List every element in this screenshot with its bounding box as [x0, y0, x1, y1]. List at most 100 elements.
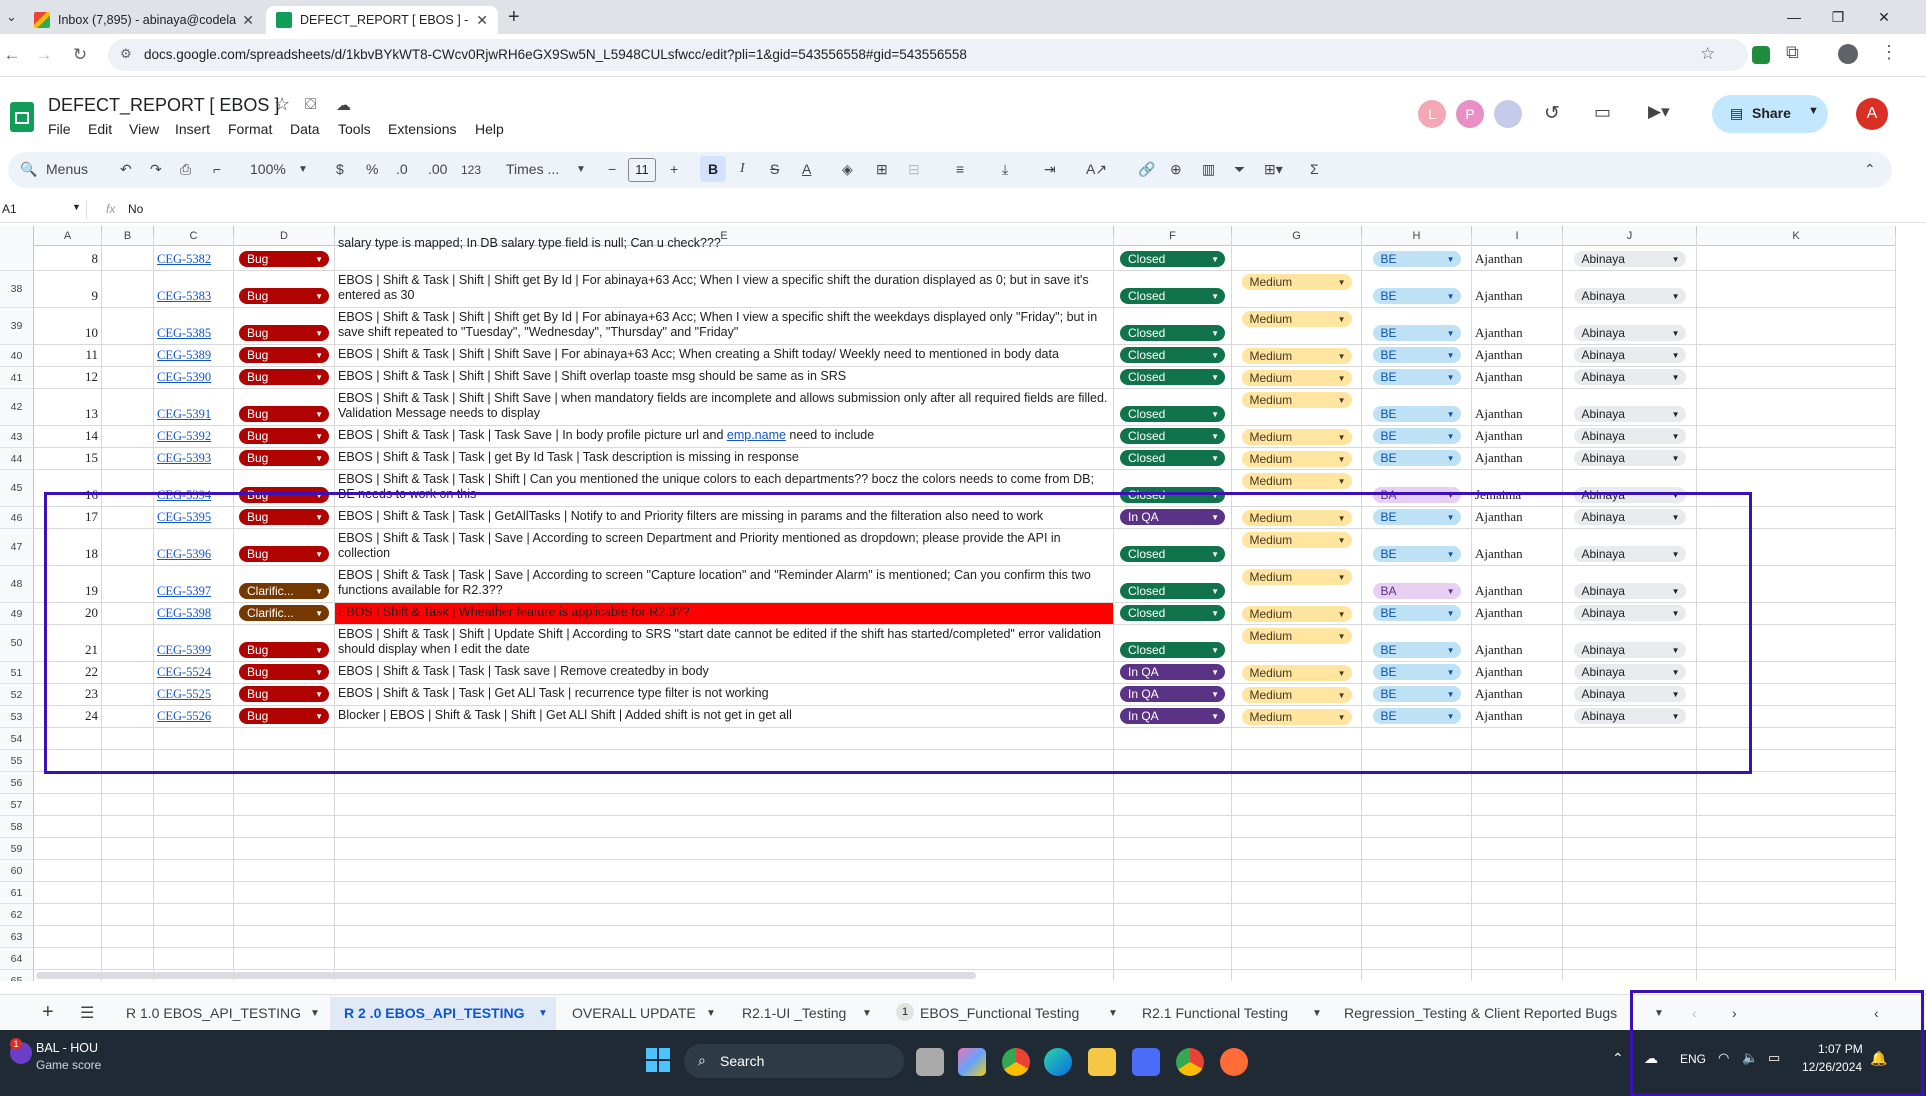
empty-cell[interactable] — [102, 728, 154, 750]
cell-priority[interactable] — [1232, 234, 1362, 271]
empty-cell[interactable] — [1563, 816, 1697, 838]
type-chip[interactable]: Bug ▼ — [239, 369, 329, 385]
chevron-down-icon[interactable]: ▼ — [1672, 690, 1680, 699]
row-header[interactable]: 46 — [0, 507, 34, 529]
cell-no[interactable]: 9 — [34, 271, 102, 308]
forward-icon[interactable]: → — [32, 43, 56, 67]
empty-cell[interactable] — [1232, 728, 1362, 750]
empty-cell[interactable] — [234, 904, 335, 926]
empty-cell[interactable] — [102, 794, 154, 816]
chevron-down-icon[interactable]: ▼ — [1312, 1008, 1322, 1019]
chevron-down-icon[interactable]: ▼ — [1108, 1008, 1118, 1019]
team-chip[interactable]: BE ▼ — [1372, 450, 1461, 466]
cell-priority[interactable]: Medium ▼ — [1232, 625, 1362, 662]
empty-cell[interactable] — [1232, 904, 1362, 926]
empty-cell[interactable] — [1697, 794, 1896, 816]
cell-description[interactable]: EBOS | Shift & Task | Shift | Shift get … — [335, 271, 1114, 308]
wifi-icon[interactable]: ◠ — [1718, 1050, 1729, 1066]
tester-chip[interactable]: Abinaya ▼ — [1573, 251, 1686, 267]
tester-chip[interactable]: Abinaya ▼ — [1573, 325, 1686, 341]
cell-no[interactable]: 21 — [34, 625, 102, 662]
cell-id[interactable]: CEG-5392 — [154, 426, 234, 448]
cell-tester[interactable]: Abinaya ▼ — [1563, 662, 1697, 684]
cell-tester[interactable]: Abinaya ▼ — [1563, 448, 1697, 470]
cell-team[interactable]: BE ▼ — [1362, 448, 1472, 470]
row-header[interactable]: 61 — [0, 882, 34, 904]
empty-cell[interactable] — [1362, 838, 1472, 860]
empty-cell[interactable] — [1697, 860, 1896, 882]
cell-team[interactable]: BE ▼ — [1362, 389, 1472, 426]
restore-button[interactable]: ❐ — [1818, 4, 1858, 30]
cell-status[interactable]: Closed ▼ — [1114, 271, 1232, 308]
windows-start-icon[interactable] — [646, 1048, 670, 1072]
row-header[interactable]: 55 — [0, 750, 34, 772]
empty-cell[interactable] — [1563, 970, 1697, 981]
ticket-link[interactable]: CEG-5390 — [157, 370, 211, 385]
row-header[interactable]: 60 — [0, 860, 34, 882]
cell-developer[interactable]: Ajanthan — [1472, 448, 1563, 470]
cell-type[interactable]: Bug ▼ — [234, 684, 335, 706]
cell-team[interactable]: BE ▼ — [1362, 507, 1472, 529]
undo-icon[interactable]: ↶ — [120, 161, 132, 178]
chevron-down-icon[interactable]: ▼ — [1672, 550, 1680, 559]
type-chip[interactable]: Bug ▼ — [239, 686, 329, 702]
type-chip[interactable]: Bug ▼ — [239, 487, 329, 503]
empty-cell[interactable] — [1114, 728, 1232, 750]
cell-team[interactable]: BE ▼ — [1362, 345, 1472, 367]
cell-status[interactable]: Closed ▼ — [1114, 367, 1232, 389]
cell-tester[interactable]: Abinaya ▼ — [1563, 389, 1697, 426]
cell-id[interactable]: CEG-5385 — [154, 308, 234, 345]
file-explorer-icon[interactable] — [1088, 1048, 1116, 1076]
cell-k[interactable] — [1697, 662, 1896, 684]
cell-team[interactable]: BE ▼ — [1362, 367, 1472, 389]
menu-tools[interactable]: Tools — [338, 121, 371, 137]
chevron-down-icon[interactable]: ▼ — [1338, 433, 1346, 442]
empty-cell[interactable] — [1114, 948, 1232, 970]
teams-icon[interactable] — [1132, 1048, 1160, 1076]
empty-cell[interactable] — [1362, 772, 1472, 794]
cell-priority[interactable]: Medium ▼ — [1232, 507, 1362, 529]
scroll-tabs-right-icon[interactable]: › — [1732, 1005, 1737, 1021]
chevron-down-icon[interactable]: ▼ — [1447, 432, 1455, 441]
empty-cell[interactable] — [34, 948, 102, 970]
show-hidden-icons[interactable]: ⌃ — [1612, 1050, 1624, 1067]
chevron-down-icon[interactable]: ▼ — [1338, 610, 1346, 619]
ticket-link[interactable]: CEG-5397 — [157, 584, 211, 599]
empty-cell[interactable] — [1114, 860, 1232, 882]
empty-cell[interactable] — [1563, 904, 1697, 926]
cloud-status-icon[interactable]: ☁ — [336, 96, 351, 114]
cell-description[interactable]: EBOS | Shift & Task | Task | get By Id T… — [335, 448, 1114, 470]
chevron-down-icon[interactable]: ▼ — [1447, 410, 1455, 419]
row-header[interactable]: 51 — [0, 662, 34, 684]
type-chip[interactable]: Bug ▼ — [239, 325, 329, 341]
sheet-tab[interactable]: R2.1-UI _Testing — [742, 1005, 846, 1021]
bookmark-star-icon[interactable]: ☆ — [1700, 44, 1715, 64]
chevron-down-icon[interactable]: ▼ — [315, 373, 323, 382]
chevron-down-icon[interactable]: ▼ — [1672, 329, 1680, 338]
empty-cell[interactable] — [102, 838, 154, 860]
empty-cell[interactable] — [335, 838, 1114, 860]
empty-cell[interactable] — [1114, 816, 1232, 838]
empty-cell[interactable] — [1114, 926, 1232, 948]
priority-chip[interactable]: Medium ▼ — [1241, 451, 1352, 467]
row-header[interactable]: 52 — [0, 684, 34, 706]
chevron-down-icon[interactable]: ▼ — [1211, 292, 1219, 301]
cell-description[interactable]: EBOS | Shift & Task | Shift | Shift Save… — [335, 367, 1114, 389]
close-window-button[interactable]: ✕ — [1864, 4, 1904, 30]
collaborator-avatar[interactable] — [1494, 100, 1522, 128]
cell-b[interactable] — [102, 345, 154, 367]
empty-cell[interactable] — [1362, 948, 1472, 970]
empty-cell[interactable] — [1472, 860, 1563, 882]
ticket-link[interactable]: CEG-5524 — [157, 665, 211, 680]
site-info-icon[interactable]: ⚙ — [120, 46, 132, 62]
chevron-down-icon[interactable]: ▼ — [1672, 646, 1680, 655]
empty-cell[interactable] — [1114, 772, 1232, 794]
url-text[interactable]: docs.google.com/spreadsheets/d/1kbvBYkWT… — [144, 47, 967, 62]
tester-chip[interactable]: Abinaya ▼ — [1573, 708, 1686, 724]
clock-time[interactable]: 1:07 PM — [1818, 1042, 1863, 1056]
back-icon[interactable]: ← — [0, 43, 24, 67]
cell-id[interactable]: CEG-5383 — [154, 271, 234, 308]
status-chip[interactable]: Closed ▼ — [1120, 546, 1225, 562]
cell-type[interactable]: Bug ▼ — [234, 706, 335, 728]
cell-type[interactable]: Bug ▼ — [234, 345, 335, 367]
